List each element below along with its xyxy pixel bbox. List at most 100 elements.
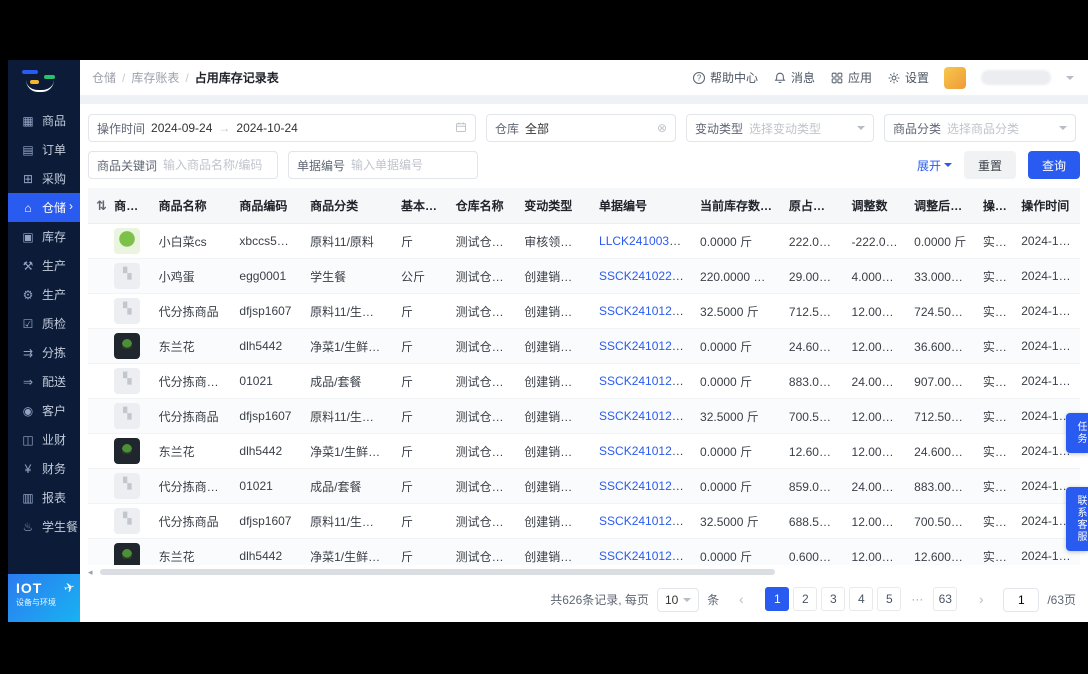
- table-row[interactable]: 东兰花dlh5442净菜1/生鲜shu菜类...斤测试仓库5创建销售出库 SSCK…: [88, 328, 1080, 364]
- content-panel: 操作时间 2024-09-24 → 2024-10-24 仓库 全部 ⊗ 变动类…: [80, 104, 1088, 622]
- page-button[interactable]: 4: [849, 587, 874, 611]
- help-center-button[interactable]: ? 帮助中心: [692, 69, 758, 86]
- date-range-picker[interactable]: 操作时间 2024-09-24 → 2024-10-24: [88, 114, 476, 142]
- user-menu-chevron-down-icon[interactable]: [1066, 75, 1074, 84]
- date-end-value[interactable]: 2024-10-24: [236, 121, 297, 135]
- cell-current-stock: 0.0000 斤: [692, 538, 781, 565]
- cell-change-type: 创建销售出库: [516, 433, 592, 469]
- settings-button[interactable]: 设置: [887, 69, 929, 86]
- query-button[interactable]: 查询: [1027, 151, 1080, 179]
- table-row[interactable]: 东兰花dlh5442净菜1/生鲜shu菜类...斤测试仓库5创建销售出库 SSCK…: [88, 538, 1080, 565]
- floating-tab-contact-support[interactable]: 联系客服: [1066, 487, 1088, 551]
- doc-no-link[interactable]: SSCK24102200001: [599, 269, 692, 283]
- sidebar-item-sorting[interactable]: ⇉ 分拣: [8, 338, 80, 367]
- sidebar-item-delivery[interactable]: ⇒ 配送: [8, 367, 80, 396]
- messages-button[interactable]: 消息: [773, 69, 815, 86]
- change-type-select[interactable]: 变动类型 选择变动类型: [686, 114, 874, 142]
- page-button[interactable]: 1: [765, 587, 790, 611]
- page-button[interactable]: 3: [821, 587, 846, 611]
- reset-button[interactable]: 重置: [963, 151, 1016, 179]
- cell-warehouse: 测试仓库5: [447, 293, 517, 329]
- column-header-current-stock: 当前库存数 i: [692, 188, 781, 224]
- breadcrumb-item[interactable]: 仓储: [92, 69, 116, 86]
- sidebar-item-production-2[interactable]: ⚙ 生产: [8, 280, 80, 309]
- table-row[interactable]: 小鸡蛋egg0001学生餐公斤测试仓库5创建销售出库 SSCK2410220000…: [88, 258, 1080, 294]
- doc-no-link[interactable]: SSCK24101200003: [599, 409, 692, 423]
- purchase-icon: ⊞: [22, 171, 34, 186]
- cell-current-stock: 32.5000 斤: [692, 398, 781, 434]
- doc-no-input[interactable]: [351, 158, 469, 172]
- cell-row-settings: [88, 433, 107, 469]
- breadcrumb-item[interactable]: 库存账表: [131, 69, 179, 86]
- sidebar-item-inventory[interactable]: ▣ 库存: [8, 222, 80, 251]
- table-row[interactable]: 代分拣商品-单位换算01021成品/套餐斤测试仓库5创建销售出库 SSCK2410…: [88, 363, 1080, 399]
- doc-no-link[interactable]: LLCK24100300001: [599, 234, 692, 248]
- doc-no-link[interactable]: SSCK24101200002: [599, 514, 692, 528]
- doc-no-field[interactable]: 单据编号: [288, 151, 478, 179]
- doc-no-link[interactable]: SSCK24101200002: [599, 444, 692, 458]
- table-row[interactable]: 代分拣商品dfjsp1607原料11/生鲜类斤测试仓库5创建销售出库 SSCK24…: [88, 293, 1080, 329]
- table-row[interactable]: 代分拣商品dfjsp1607原料11/生鲜类斤测试仓库5创建销售出库 SSCK24…: [88, 398, 1080, 434]
- column-settings-icon[interactable]: ⇅: [96, 198, 106, 213]
- prev-page-button[interactable]: ‹: [729, 588, 753, 612]
- doc-no-link[interactable]: SSCK24101200002: [599, 479, 692, 493]
- sidebar-item-reports[interactable]: ▥ 报表: [8, 483, 80, 512]
- sidebar-item-student-meals[interactable]: ♨ 学生餐: [8, 512, 80, 541]
- table-row[interactable]: 小白菜cs xbccs5869 原料11/原料斤测试仓库5 审核领料出库 LLCK241…: [88, 223, 1080, 259]
- scroll-left-arrow-icon[interactable]: ◂: [88, 567, 93, 577]
- sidebar-item-purchase[interactable]: ⊞ 采购: [8, 164, 80, 193]
- expand-link[interactable]: 展开: [917, 157, 952, 174]
- cell-original-occupied: 12.6000 斤: [780, 433, 844, 469]
- clear-icon[interactable]: ⊗: [657, 121, 667, 135]
- sidebar-item-goods[interactable]: ▦ 商品: [8, 106, 80, 135]
- cell-adjustment: 12.0000 斤: [843, 503, 907, 539]
- category-select[interactable]: 商品分类 选择商品分类: [884, 114, 1076, 142]
- keyword-input[interactable]: [163, 158, 269, 172]
- sidebar-item-business-finance[interactable]: ◫ 业财: [8, 425, 80, 454]
- date-start-value[interactable]: 2024-09-24: [151, 121, 212, 135]
- sidebar-item-label: 库存: [42, 230, 67, 244]
- page-size-select[interactable]: 10: [656, 587, 700, 612]
- horizontal-scrollbar[interactable]: ◂: [88, 567, 1080, 577]
- sidebar-item-label: 报表: [42, 491, 67, 505]
- page-jump-input[interactable]: [1003, 587, 1040, 612]
- next-page-button[interactable]: ›: [969, 588, 993, 612]
- table-row[interactable]: 东兰花dlh5442净菜1/生鲜shu菜类...斤测试仓库5创建销售出库 SSCK…: [88, 433, 1080, 469]
- keyword-field[interactable]: 商品关键词: [88, 151, 278, 179]
- cell-category: 原料11/生鲜类: [302, 503, 394, 539]
- table-row[interactable]: 代分拣商品dfjsp1607原料11/生鲜类斤测试仓库5创建销售出库 SSCK24…: [88, 503, 1080, 539]
- column-header-unit: 基本单位: [393, 188, 448, 224]
- warehouse-select[interactable]: 仓库 全部 ⊗: [486, 114, 676, 142]
- page-button[interactable]: 5: [877, 587, 902, 611]
- sidebar-item-quality[interactable]: ☑ 质检: [8, 309, 80, 338]
- floating-tab-tasks[interactable]: 任务: [1066, 413, 1088, 453]
- cell-doc-no: LLCK24100300001: [591, 223, 693, 259]
- table-row[interactable]: 代分拣商品-单位换算01021成品/套餐斤测试仓库5创建销售出库 SSCK2410…: [88, 468, 1080, 504]
- avatar[interactable]: [944, 66, 966, 89]
- apps-button[interactable]: 应用: [830, 69, 872, 86]
- bell-icon: [774, 72, 786, 83]
- sidebar-item-label: 质检: [42, 317, 67, 331]
- scrollbar-thumb[interactable]: [100, 569, 775, 575]
- doc-no-link[interactable]: SSCK24101200001: [599, 549, 692, 563]
- product-image: [114, 438, 141, 464]
- cell-current-stock: 0.0000 斤: [692, 328, 781, 364]
- sidebar-item-customers[interactable]: ◉ 客户: [8, 396, 80, 425]
- sidebar-item-warehouse[interactable]: ⌂ 仓储: [8, 193, 80, 222]
- cell-category: 原料11/生鲜类: [302, 398, 394, 434]
- doc-no-link[interactable]: SSCK24101200003: [599, 339, 692, 353]
- column-settings-header[interactable]: ⇅: [88, 188, 107, 224]
- product-image: [114, 368, 141, 394]
- doc-no-link[interactable]: SSCK24101200003: [599, 374, 692, 388]
- sidebar-item-production-1[interactable]: ⚒ 生产: [8, 251, 80, 280]
- sidebar-item-orders[interactable]: ▤ 订单: [8, 135, 80, 164]
- sidebar-item-finance[interactable]: ¥ 财务: [8, 454, 80, 483]
- cell-adjustment: 12.0000 斤: [843, 398, 907, 434]
- cell-name: 东兰花: [150, 538, 232, 565]
- inventory-table: ⇅ 商品图片商品名称 商品编码 商品分类 基本单位仓库名称 变动类型 单据编号 当前库存数i…: [88, 188, 1080, 565]
- doc-no-link[interactable]: SSCK24101200004: [599, 304, 692, 318]
- page-button[interactable]: 2: [793, 587, 818, 611]
- cell-doc-no: SSCK24101200003: [591, 363, 693, 399]
- cell-op-time: 2024-10-1...: [1013, 328, 1080, 364]
- page-button[interactable]: 63: [933, 587, 958, 611]
